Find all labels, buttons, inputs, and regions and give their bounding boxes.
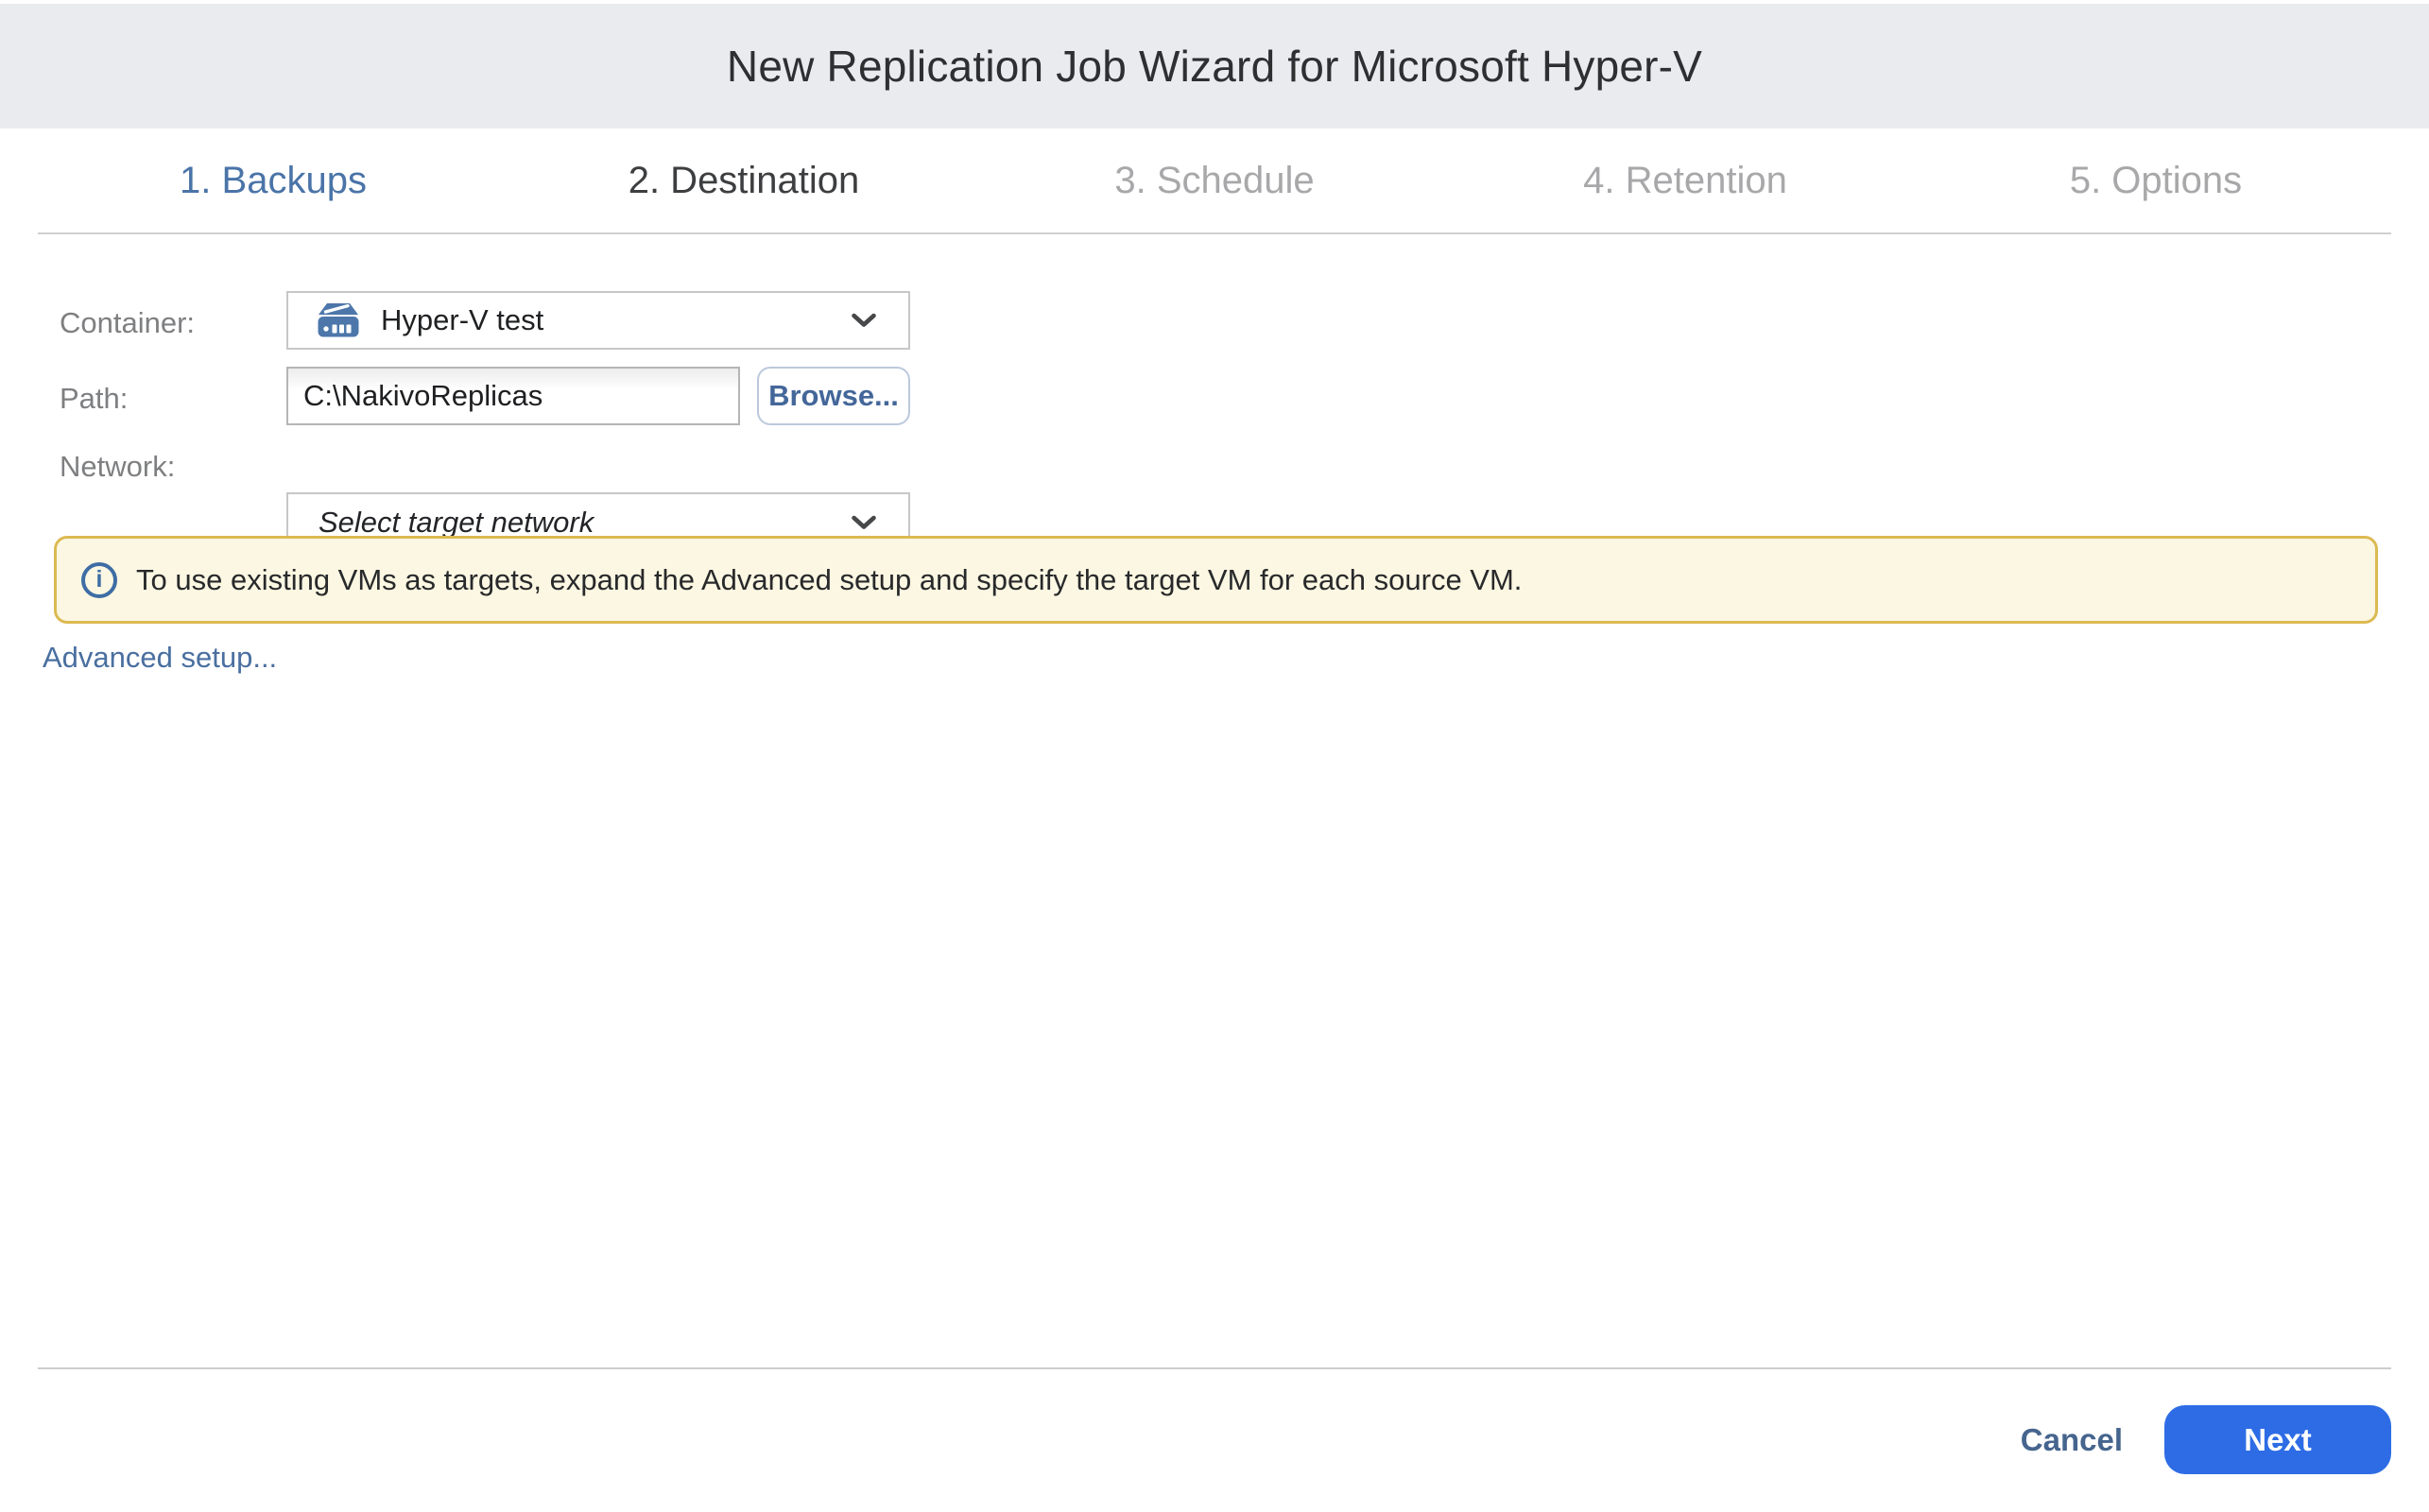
chevron-down-icon bbox=[852, 314, 876, 328]
path-label: Path: bbox=[60, 382, 128, 416]
container-select[interactable]: Hyper-V test bbox=[286, 291, 910, 350]
step-tab-options[interactable]: 5. Options bbox=[1921, 129, 2391, 232]
next-button[interactable]: Next bbox=[2164, 1405, 2391, 1474]
hyperv-host-icon bbox=[317, 302, 360, 338]
info-banner: i To use existing VMs as targets, expand… bbox=[54, 536, 2378, 624]
info-icon: i bbox=[81, 562, 117, 598]
page-title: New Replication Job Wizard for Microsoft… bbox=[727, 41, 1702, 92]
chevron-down-icon bbox=[852, 516, 876, 530]
wizard-dialog: New Replication Job Wizard for Microsoft… bbox=[0, 0, 2429, 1512]
container-label: Container: bbox=[60, 306, 195, 340]
network-select-value: Select target network bbox=[319, 506, 594, 540]
step-tab-backups[interactable]: 1. Backups bbox=[38, 129, 508, 232]
container-select-value: Hyper-V test bbox=[381, 303, 543, 337]
cancel-button[interactable]: Cancel bbox=[2021, 1422, 2123, 1458]
path-input[interactable] bbox=[286, 367, 740, 425]
wizard-steps: 1. Backups 2. Destination 3. Schedule 4.… bbox=[38, 129, 2391, 234]
step-tab-schedule[interactable]: 3. Schedule bbox=[979, 129, 1450, 232]
step-tab-retention[interactable]: 4. Retention bbox=[1450, 129, 1921, 232]
advanced-setup-link[interactable]: Advanced setup... bbox=[43, 641, 277, 675]
step-tab-destination[interactable]: 2. Destination bbox=[508, 129, 979, 232]
footer-actions: Cancel Next bbox=[2021, 1405, 2391, 1474]
info-banner-text: To use existing VMs as targets, expand t… bbox=[136, 563, 1522, 597]
footer-divider bbox=[38, 1367, 2391, 1369]
browse-button[interactable]: Browse... bbox=[757, 367, 910, 425]
network-label: Network: bbox=[60, 450, 175, 484]
title-bar: New Replication Job Wizard for Microsoft… bbox=[0, 4, 2429, 129]
